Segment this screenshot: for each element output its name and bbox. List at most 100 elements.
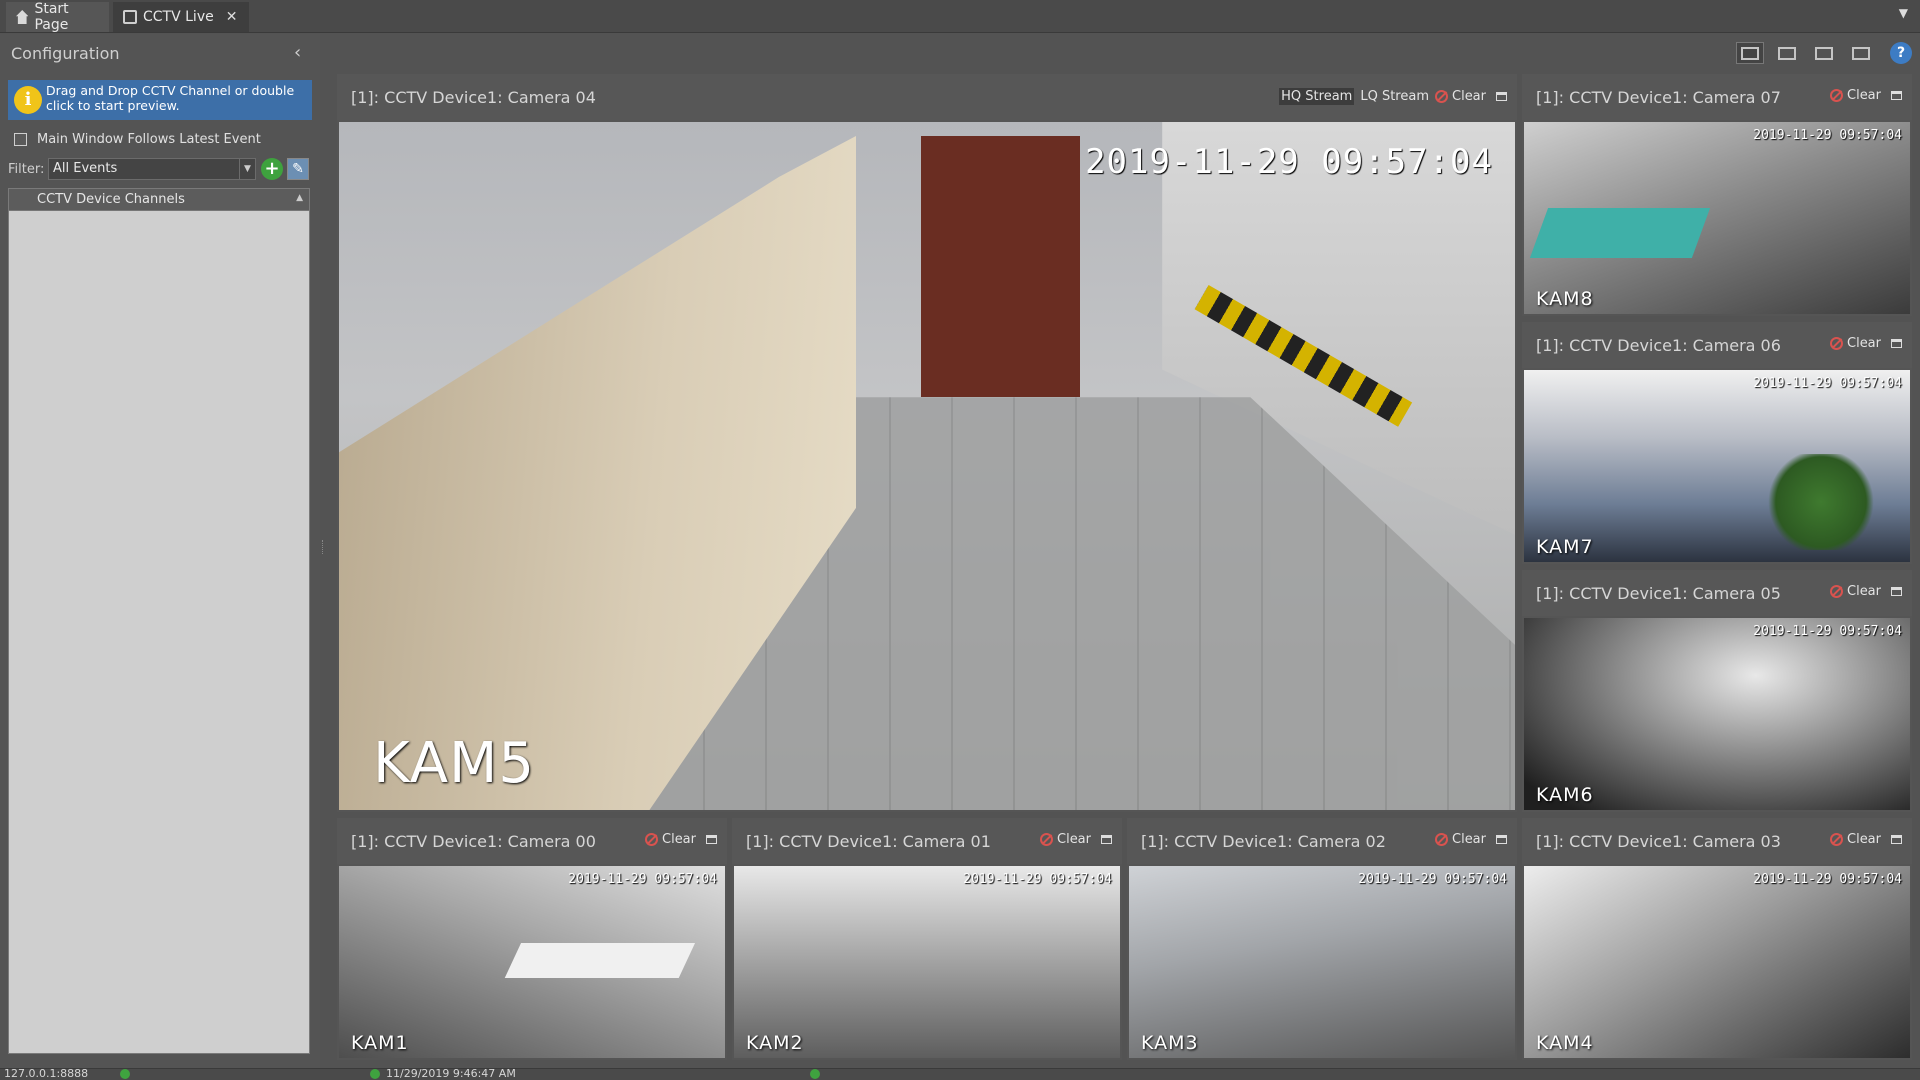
channels-header-label: CCTV Device Channels xyxy=(37,192,185,207)
add-filter-button[interactable]: + xyxy=(261,158,283,180)
status-item xyxy=(120,1069,136,1080)
clear-button[interactable]: Clear xyxy=(1452,89,1486,104)
tile-title: [1]: CCTV Device1: Camera 00 xyxy=(351,832,596,851)
video-feed[interactable]: 2019-11-29 09:57:04 KAM8 xyxy=(1524,122,1910,314)
clear-button[interactable]: Clear xyxy=(1847,584,1881,599)
status-ok-icon xyxy=(810,1069,820,1079)
camera-label: KAM4 xyxy=(1536,1032,1594,1054)
clear-icon[interactable] xyxy=(1830,89,1843,102)
tile-controls: Clear xyxy=(1830,336,1902,351)
chevron-down-icon[interactable]: ▼ xyxy=(1899,6,1908,20)
video-feed[interactable]: 2019-11-29 09:57:04 KAM6 xyxy=(1524,618,1910,810)
clear-icon[interactable] xyxy=(645,833,658,846)
camera-tile-02[interactable]: [1]: CCTV Device1: Camera 02 Clear 2019-… xyxy=(1127,818,1517,1060)
clear-button[interactable]: Clear xyxy=(1847,336,1881,351)
tile-controls: Clear xyxy=(1830,88,1902,103)
maximize-icon[interactable] xyxy=(1891,91,1902,100)
video-feed[interactable]: 2019-11-29 09:57:04 KAM5 xyxy=(339,122,1515,810)
info-text: Drag and Drop CCTV Channel or double cli… xyxy=(46,83,295,113)
tile-header: [1]: CCTV Device1: Camera 02 Clear xyxy=(1127,818,1517,864)
help-icon[interactable]: ? xyxy=(1890,42,1912,64)
tab-start-page[interactable]: Start Page xyxy=(6,1,109,33)
video-feed[interactable]: 2019-11-29 09:57:04 KAM3 xyxy=(1129,866,1515,1058)
clear-icon[interactable] xyxy=(1435,90,1448,103)
video-feed[interactable]: 2019-11-29 09:57:04 KAM7 xyxy=(1524,370,1910,562)
chevron-left-icon[interactable]: ‹ xyxy=(294,42,301,63)
maximize-icon[interactable] xyxy=(1891,835,1902,844)
tab-label: Start Page xyxy=(34,1,69,33)
checkbox-label: Main Window Follows Latest Event xyxy=(37,132,261,147)
camera-label: KAM7 xyxy=(1536,536,1594,558)
status-ok-icon xyxy=(120,1069,130,1079)
maximize-icon[interactable] xyxy=(1496,835,1507,844)
camera-tile-06[interactable]: [1]: CCTV Device1: Camera 06 Clear 2019-… xyxy=(1522,322,1912,564)
camera-label: KAM6 xyxy=(1536,784,1594,806)
info-icon: i xyxy=(14,86,42,114)
filter-select[interactable]: All Events ▼ xyxy=(48,158,256,180)
layout-1plus7-button[interactable] xyxy=(1736,42,1764,64)
layout-toolbar: ? xyxy=(1736,40,1920,66)
clear-button[interactable]: Clear xyxy=(662,832,696,847)
tile-header: [1]: CCTV Device1: Camera 03 Clear xyxy=(1522,818,1912,864)
maximize-icon[interactable] xyxy=(706,835,717,844)
video-timestamp: 2019-11-29 09:57:04 xyxy=(568,872,717,887)
camera-tile-01[interactable]: [1]: CCTV Device1: Camera 01 Clear 2019-… xyxy=(732,818,1122,1060)
video-feed[interactable]: 2019-11-29 09:57:04 KAM1 xyxy=(339,866,725,1058)
follow-latest-event-checkbox[interactable]: Main Window Follows Latest Event xyxy=(14,132,261,147)
tile-header: [1]: CCTV Device1: Camera 05 Clear xyxy=(1522,570,1912,616)
clear-icon[interactable] xyxy=(1435,833,1448,846)
camera-tile-03[interactable]: [1]: CCTV Device1: Camera 03 Clear 2019-… xyxy=(1522,818,1912,1060)
sort-up-icon[interactable]: ▲ xyxy=(296,193,303,203)
camera-label: KAM5 xyxy=(373,731,535,796)
tile-title: [1]: CCTV Device1: Camera 02 xyxy=(1141,832,1386,851)
edit-filter-button[interactable]: ✎ xyxy=(287,158,309,180)
clear-icon[interactable] xyxy=(1830,585,1843,598)
camera-tile-05[interactable]: [1]: CCTV Device1: Camera 05 Clear 2019-… xyxy=(1522,570,1912,812)
video-feed[interactable]: 2019-11-29 09:57:04 KAM2 xyxy=(734,866,1120,1058)
hq-stream-button[interactable]: HQ Stream xyxy=(1279,88,1355,105)
lq-stream-button[interactable]: LQ Stream xyxy=(1358,88,1431,105)
clear-icon[interactable] xyxy=(1040,833,1053,846)
filter-value: All Events xyxy=(53,161,118,176)
maximize-icon[interactable] xyxy=(1496,92,1507,101)
tile-title: [1]: CCTV Device1: Camera 03 xyxy=(1536,832,1781,851)
layout-single-button[interactable] xyxy=(1847,42,1875,64)
tile-title: [1]: CCTV Device1: Camera 06 xyxy=(1536,336,1781,355)
channels-header[interactable]: CCTV Device Channels ▲ xyxy=(9,189,309,211)
camera-tile-00[interactable]: [1]: CCTV Device1: Camera 00 Clear 2019-… xyxy=(337,818,727,1060)
camera-tile-04[interactable]: [1]: CCTV Device1: Camera 04 HQ Stream L… xyxy=(337,74,1517,812)
camera-tile-07[interactable]: [1]: CCTV Device1: Camera 07 Clear 2019-… xyxy=(1522,74,1912,316)
maximize-icon[interactable] xyxy=(1101,835,1112,844)
checkbox-icon[interactable] xyxy=(14,133,27,146)
tab-cctv-live[interactable]: CCTV Live ✕ xyxy=(113,2,249,32)
tile-controls: Clear xyxy=(645,832,717,847)
tile-title: [1]: CCTV Device1: Camera 05 xyxy=(1536,584,1781,603)
video-timestamp: 2019-11-29 09:57:04 xyxy=(963,872,1112,887)
clear-icon[interactable] xyxy=(1830,833,1843,846)
tile-title: [1]: CCTV Device1: Camera 01 xyxy=(746,832,991,851)
video-timestamp: 2019-11-29 09:57:04 xyxy=(1753,624,1902,639)
clear-button[interactable]: Clear xyxy=(1847,832,1881,847)
clear-button[interactable]: Clear xyxy=(1057,832,1091,847)
maximize-icon[interactable] xyxy=(1891,339,1902,348)
configuration-panel: Configuration ‹ i Drag and Drop CCTV Cha… xyxy=(0,34,320,1068)
clear-button[interactable]: Clear xyxy=(1847,88,1881,103)
tile-header: [1]: CCTV Device1: Camera 01 Clear xyxy=(732,818,1122,864)
layout-grid-button[interactable] xyxy=(1773,42,1801,64)
maximize-icon[interactable] xyxy=(1891,587,1902,596)
video-feed[interactable]: 2019-11-29 09:57:04 KAM4 xyxy=(1524,866,1910,1058)
video-timestamp: 2019-11-29 09:57:04 xyxy=(1753,872,1902,887)
tile-controls: Clear xyxy=(1830,832,1902,847)
monitor-icon xyxy=(123,10,137,24)
tile-controls: HQ Stream LQ Stream Clear xyxy=(1279,88,1507,105)
tile-controls: Clear xyxy=(1040,832,1112,847)
panel-splitter[interactable] xyxy=(322,540,325,554)
chevron-down-icon[interactable]: ▼ xyxy=(239,159,255,179)
clear-button[interactable]: Clear xyxy=(1452,832,1486,847)
tab-label: CCTV Live xyxy=(143,9,214,25)
layout-split-button[interactable] xyxy=(1810,42,1838,64)
close-icon[interactable]: ✕ xyxy=(226,9,238,25)
camera-label: KAM3 xyxy=(1141,1032,1199,1054)
clear-icon[interactable] xyxy=(1830,337,1843,350)
cctv-channels-list[interactable]: CCTV Device Channels ▲ xyxy=(8,188,310,1054)
